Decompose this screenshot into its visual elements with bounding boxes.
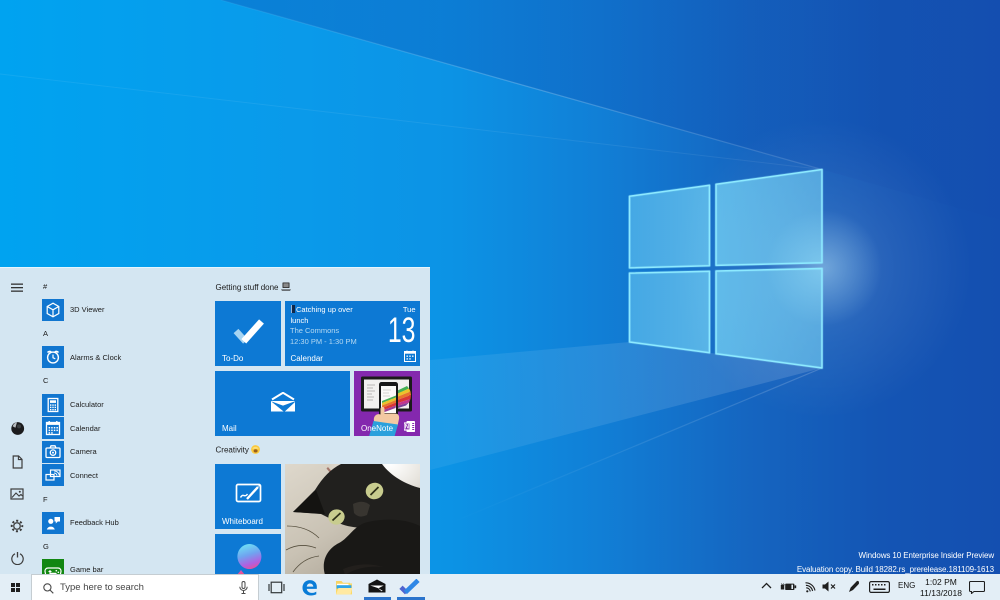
svg-text:N: N <box>404 425 408 431</box>
